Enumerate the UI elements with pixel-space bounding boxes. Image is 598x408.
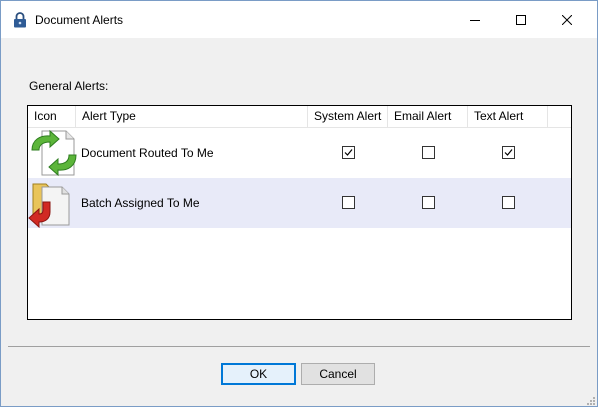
email-alert-checkbox[interactable] bbox=[422, 146, 435, 159]
minimize-icon bbox=[470, 19, 480, 21]
maximize-icon bbox=[516, 14, 526, 25]
alert-type-cell: Batch Assigned To Me bbox=[81, 196, 200, 210]
close-icon bbox=[562, 14, 572, 25]
resize-grip-icon[interactable] bbox=[585, 394, 595, 405]
grid-header: Icon Alert Type System Alert Email Alert… bbox=[28, 106, 571, 128]
cancel-button[interactable]: Cancel bbox=[301, 363, 375, 385]
column-header-system-alert[interactable]: System Alert bbox=[308, 106, 388, 127]
text-alert-checkbox[interactable] bbox=[502, 146, 515, 159]
footer-separator bbox=[8, 346, 590, 347]
column-header-text-alert[interactable]: Text Alert bbox=[468, 106, 548, 127]
minimize-button[interactable] bbox=[452, 1, 498, 38]
ok-button[interactable]: OK bbox=[221, 363, 296, 385]
text-alert-checkbox[interactable] bbox=[502, 196, 515, 209]
general-alerts-label: General Alerts: bbox=[29, 79, 109, 93]
batch-assigned-icon bbox=[28, 178, 80, 229]
system-alert-checkbox[interactable] bbox=[342, 146, 355, 159]
alerts-grid[interactable]: Icon Alert Type System Alert Email Alert… bbox=[27, 105, 572, 320]
document-alerts-dialog: Document Alerts General Alerts: Icon Ale… bbox=[0, 0, 598, 407]
document-routed-icon bbox=[28, 128, 80, 178]
column-header-email-alert[interactable]: Email Alert bbox=[388, 106, 468, 127]
column-header-icon[interactable]: Icon bbox=[28, 106, 76, 127]
checkmark-icon bbox=[344, 149, 353, 156]
maximize-button[interactable] bbox=[498, 1, 544, 38]
column-header-alert-type[interactable]: Alert Type bbox=[76, 106, 308, 127]
checkmark-icon bbox=[504, 149, 513, 156]
system-alert-checkbox[interactable] bbox=[342, 196, 355, 209]
table-row[interactable]: Batch Assigned To Me bbox=[28, 178, 571, 229]
window-title: Document Alerts bbox=[35, 13, 124, 27]
title-bar: Document Alerts bbox=[1, 1, 597, 38]
close-button[interactable] bbox=[544, 1, 590, 38]
alert-type-cell: Document Routed To Me bbox=[81, 146, 214, 160]
table-row[interactable]: Document Routed To Me bbox=[28, 128, 571, 178]
email-alert-checkbox[interactable] bbox=[422, 196, 435, 209]
padlock-icon bbox=[13, 12, 27, 28]
